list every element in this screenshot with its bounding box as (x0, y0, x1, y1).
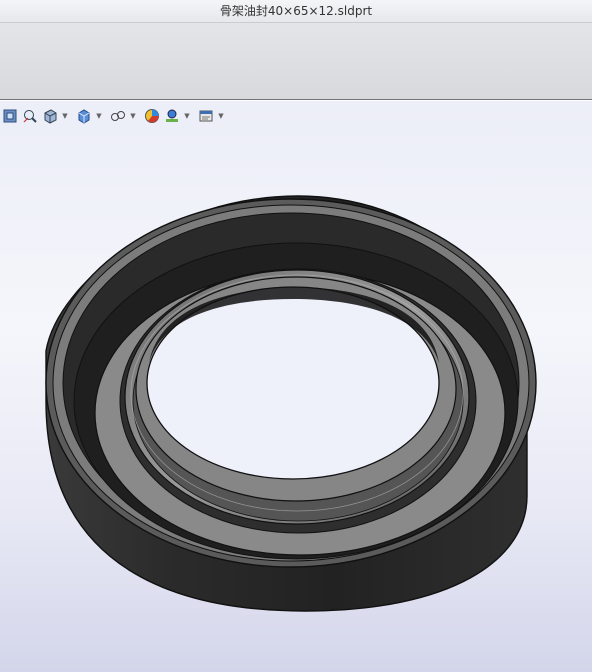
command-manager-ribbon (0, 23, 592, 100)
graphics-area[interactable]: ▼ ▼ ▼ ▼ ▼ (0, 101, 592, 672)
oil-seal-model[interactable] (0, 101, 592, 672)
window-title-bar: 骨架油封40×65×12.sldprt (0, 0, 592, 23)
document-title: 骨架油封40×65×12.sldprt (219, 4, 373, 18)
